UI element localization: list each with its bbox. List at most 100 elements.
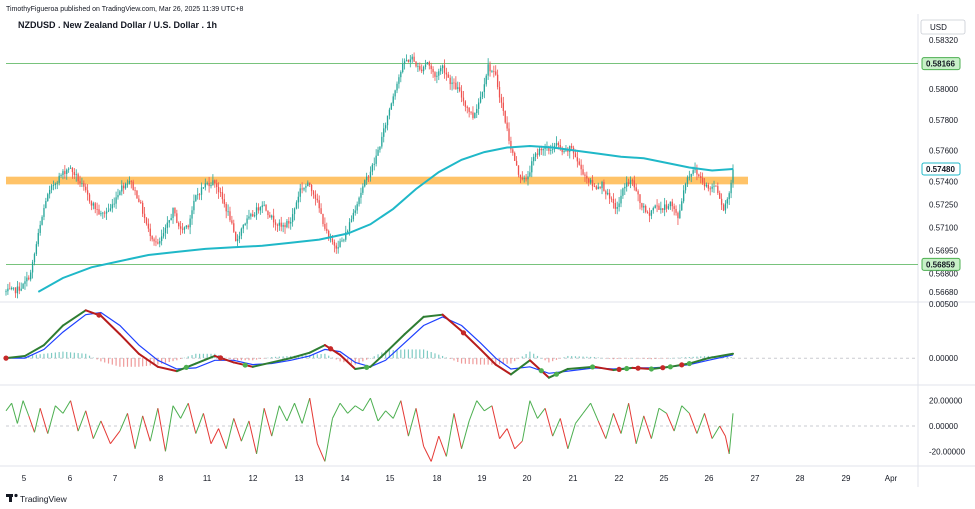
candle-body <box>140 202 142 203</box>
macd-histogram-bar <box>646 358 649 359</box>
candle-body <box>126 183 129 185</box>
candle-body <box>570 145 573 148</box>
candle-body <box>223 199 225 205</box>
candle-body <box>377 149 379 156</box>
macd-cross-marker <box>553 371 560 377</box>
candle-body <box>519 174 522 178</box>
candle-body <box>726 199 728 204</box>
candle-body <box>255 207 258 216</box>
macd-histogram-bar <box>183 357 186 359</box>
macd-cross-marker <box>635 365 641 371</box>
candle-body <box>440 68 442 72</box>
macd-histogram-bar <box>161 358 163 364</box>
candle-body <box>367 176 370 178</box>
candle-body <box>514 152 516 161</box>
candle-body <box>605 191 607 195</box>
candle-body <box>208 183 210 187</box>
candle-body <box>417 66 419 67</box>
macd-histogram-bar <box>107 358 110 364</box>
candle-body <box>599 186 601 189</box>
candle-body <box>170 218 172 221</box>
candle-body <box>333 241 336 246</box>
candle-body <box>633 180 635 188</box>
candle-body <box>675 208 677 213</box>
macd-cross-marker <box>667 364 673 370</box>
candle-body <box>48 189 51 195</box>
candle-body <box>104 212 106 214</box>
candle-body <box>462 97 465 102</box>
macd-histogram-bar <box>339 358 341 362</box>
candle-body <box>341 240 343 242</box>
candle-body <box>643 205 645 208</box>
macd-histogram-bar <box>445 357 447 359</box>
candle-body <box>531 161 533 173</box>
candle-body <box>656 205 658 207</box>
candle-body <box>415 61 417 67</box>
candle-body <box>113 203 115 205</box>
macd-cross-marker <box>589 364 596 370</box>
candle-body <box>280 222 282 227</box>
price-badge-label: 0.56859 <box>926 260 955 269</box>
candle-body <box>698 174 700 177</box>
macd-histogram-bar <box>593 357 596 359</box>
macd-histogram-bar <box>168 358 170 363</box>
macd-histogram-bar <box>229 358 231 359</box>
candle-body <box>354 210 356 213</box>
candle-body <box>424 64 427 68</box>
macd-histogram-bar <box>514 358 516 362</box>
candle-body <box>500 97 503 103</box>
candle-body <box>204 183 206 188</box>
macd-histogram-bar <box>434 353 436 359</box>
date-tick-label: 11 <box>203 474 212 483</box>
candle-body <box>673 206 675 209</box>
candle-body <box>667 206 670 209</box>
candle-body <box>618 203 620 208</box>
candle-body <box>347 230 349 233</box>
candle-body <box>132 181 134 190</box>
candle-body <box>722 204 725 211</box>
candle-body <box>701 178 704 183</box>
candle-body <box>563 150 565 152</box>
candle-body <box>476 108 478 113</box>
macd-histogram-bar <box>620 358 622 359</box>
price-tick-label: 0.57400 <box>929 177 958 186</box>
macd-cross-marker <box>217 355 224 361</box>
candle-body <box>259 207 262 211</box>
macd-histogram-bar <box>590 356 592 359</box>
candle-body <box>441 65 444 69</box>
macd-histogram-bar <box>316 354 318 359</box>
candle-body <box>92 203 94 206</box>
candle-body <box>159 241 161 244</box>
candle-body <box>128 180 131 184</box>
candle-body <box>282 225 284 227</box>
candle-body <box>479 96 482 103</box>
macd-histogram-bar <box>199 353 201 359</box>
macd-histogram-bar <box>286 356 288 359</box>
candle-body <box>293 208 296 215</box>
macd-histogram-bar <box>540 358 542 359</box>
candle-body <box>238 235 241 239</box>
candle-body <box>252 214 254 217</box>
macd-histogram-bar <box>441 355 444 359</box>
macd-histogram-bar <box>278 356 280 359</box>
candle-body <box>392 96 394 104</box>
candle-body <box>71 167 74 173</box>
candle-body <box>24 281 26 284</box>
date-tick-label: Apr <box>885 474 898 483</box>
candle-body <box>360 192 362 198</box>
price-tick-label: 0.57800 <box>929 116 958 125</box>
macd-histogram-bar <box>320 354 322 359</box>
candle-body <box>671 201 673 207</box>
candle-body <box>559 144 561 148</box>
macd-histogram-bar <box>282 356 284 359</box>
macd-histogram-bar <box>703 356 706 359</box>
candle-body <box>717 186 719 193</box>
candle-body <box>178 222 180 227</box>
candle-body <box>466 106 468 108</box>
macd-histogram-bar <box>460 358 463 364</box>
candle-body <box>732 169 734 183</box>
macd-histogram-bar <box>696 356 698 359</box>
candle-body <box>67 168 70 170</box>
candle-body <box>60 175 62 176</box>
macd-histogram-bar <box>506 358 508 364</box>
